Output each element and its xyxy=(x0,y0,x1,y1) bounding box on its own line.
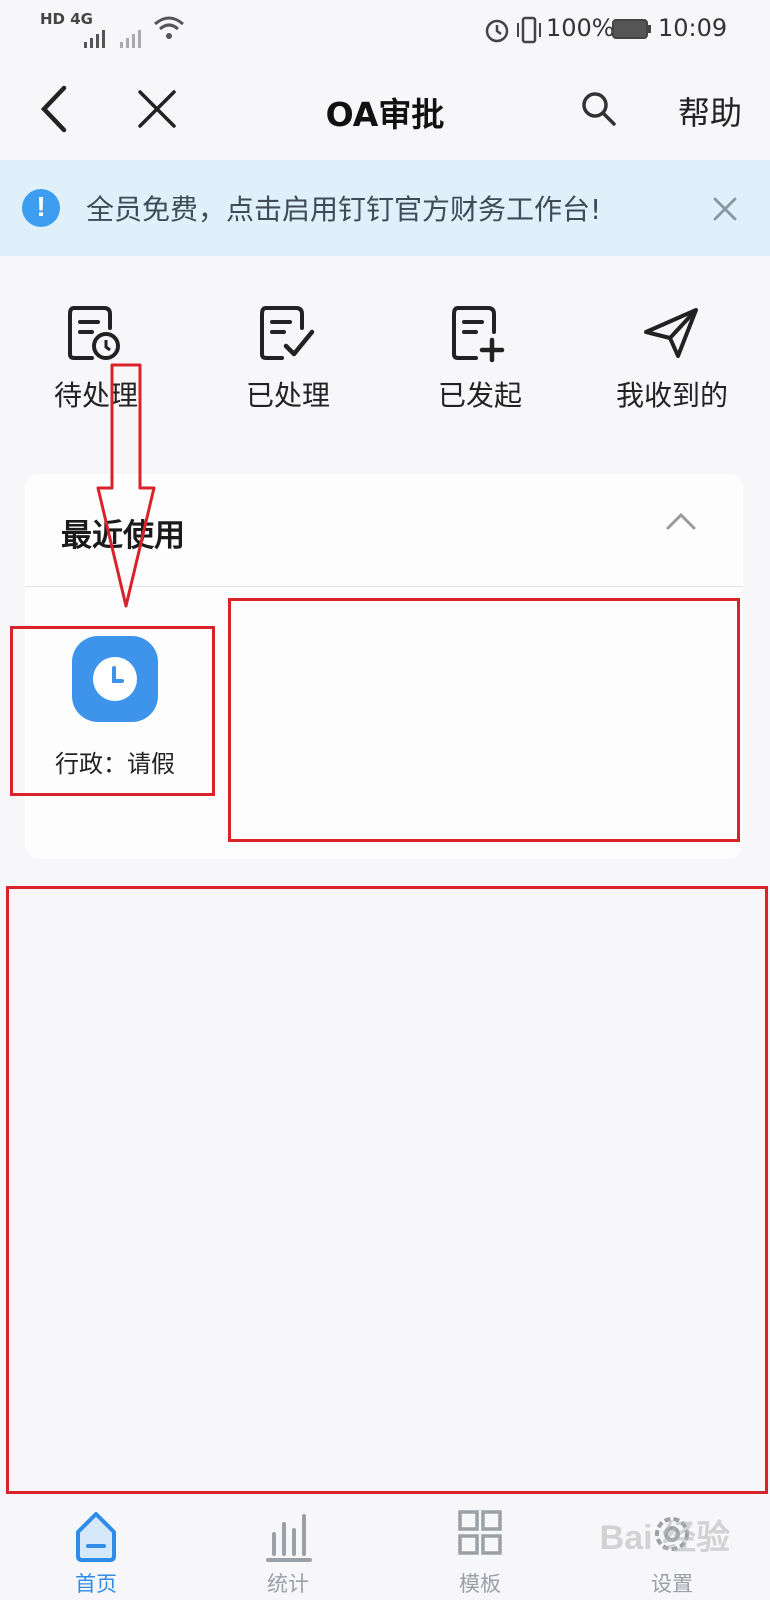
vibrate-icon xyxy=(517,16,541,44)
wifi-icon xyxy=(154,16,184,39)
watermark: Bai 经验 xyxy=(599,1519,730,1557)
paper-plane-icon xyxy=(644,308,698,358)
nav-label: 统计 xyxy=(267,1572,309,1596)
clock-time: 10:09 xyxy=(658,14,728,42)
quick-action-initiated[interactable]: 已发起 xyxy=(384,256,576,454)
banner-close-icon[interactable] xyxy=(712,196,738,222)
nav-label: 设置 xyxy=(651,1572,693,1596)
annotation-arrow xyxy=(96,363,156,608)
annotation-box-empty-recent xyxy=(228,598,740,842)
pending-doc-icon xyxy=(68,306,120,360)
network-indicators: HD 4G xyxy=(40,10,93,28)
nav-stats[interactable]: 统计 xyxy=(192,1498,384,1600)
bar-chart-icon xyxy=(266,1514,312,1562)
annotation-box-content-area xyxy=(6,886,768,1494)
processed-doc-icon xyxy=(260,306,315,360)
chevron-up-icon[interactable] xyxy=(665,510,697,532)
signal-icon xyxy=(84,30,141,48)
status-bar: HD 4G 100% 10:09 xyxy=(0,0,770,58)
quick-action-label: 已发起 xyxy=(437,379,522,412)
home-icon xyxy=(76,1512,116,1562)
nav-label: 模板 xyxy=(459,1572,501,1596)
help-button[interactable]: 帮助 xyxy=(678,88,742,134)
quick-action-label: 已处理 xyxy=(245,379,330,412)
grid-icon xyxy=(458,1510,502,1555)
quick-action-label: 我收到的 xyxy=(615,379,728,412)
search-icon[interactable] xyxy=(580,90,618,128)
nav-label: 首页 xyxy=(75,1572,117,1596)
nav-templates[interactable]: 模板 xyxy=(384,1498,576,1600)
quick-action-received[interactable]: 我收到的 xyxy=(576,256,768,454)
quick-action-processed[interactable]: 已处理 xyxy=(192,256,384,454)
annotation-box-item xyxy=(10,626,215,796)
alarm-icon xyxy=(485,19,509,43)
nav-home[interactable]: 首页 xyxy=(0,1498,192,1600)
initiated-doc-icon xyxy=(452,306,505,363)
battery-icon xyxy=(612,19,651,39)
info-icon: ! xyxy=(22,189,60,227)
battery-percent: 100% xyxy=(546,14,615,42)
page-title: OA审批 xyxy=(325,95,445,134)
banner-text[interactable]: 全员免费，点击启用钉钉官方财务工作台! xyxy=(86,188,601,228)
header-bar: OA审批 帮助 xyxy=(0,58,770,160)
notice-banner[interactable]: ! 全员免费，点击启用钉钉官方财务工作台! xyxy=(0,160,770,256)
